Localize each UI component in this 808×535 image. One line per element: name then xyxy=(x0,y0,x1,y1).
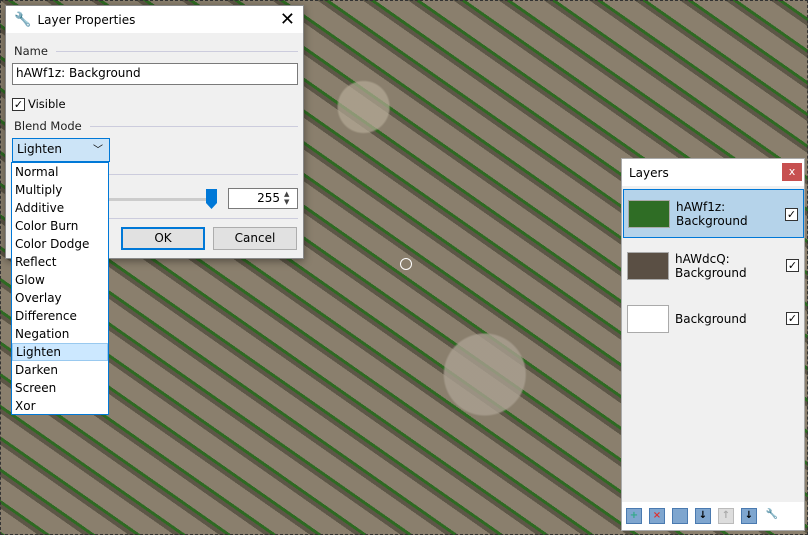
blend-option-color-dodge[interactable]: Color Dodge xyxy=(12,235,108,253)
blend-option-lighten[interactable]: Lighten xyxy=(12,343,108,361)
name-section: Name xyxy=(14,44,298,58)
blend-option-negation[interactable]: Negation xyxy=(12,325,108,343)
layer-item[interactable]: Background ✓ xyxy=(623,294,804,343)
layers-toolbar: + × ↓ ↑ ↓ 🔧 xyxy=(622,502,804,530)
merge-layer-down-icon[interactable]: ↓ xyxy=(695,508,711,524)
move-layer-down-icon[interactable]: ↓ xyxy=(741,508,757,524)
blend-option-overlay[interactable]: Overlay xyxy=(12,289,108,307)
blend-mode-value: Lighten xyxy=(17,142,62,156)
divider xyxy=(106,174,298,175)
blend-option-color-burn[interactable]: Color Burn xyxy=(12,217,108,235)
blend-option-difference[interactable]: Difference xyxy=(12,307,108,325)
dialog-titlebar: 🔧 Layer Properties ✕ xyxy=(6,6,303,33)
layer-visible-checkbox[interactable]: ✓ xyxy=(785,208,798,221)
layer-thumbnail xyxy=(627,251,669,280)
layer-item[interactable]: hAWdcQ: Background ✓ xyxy=(623,241,804,290)
layer-thumbnail xyxy=(627,304,669,333)
blend-mode-section: Blend Mode xyxy=(14,119,298,133)
blend-option-glow[interactable]: Glow xyxy=(12,271,108,289)
close-icon[interactable]: ✕ xyxy=(280,9,295,30)
blend-option-xor[interactable]: Xor xyxy=(12,397,108,415)
divider xyxy=(106,218,298,219)
dialog-title: Layer Properties xyxy=(37,12,136,27)
name-label: Name xyxy=(14,44,48,58)
layer-name: Background xyxy=(675,311,747,326)
delete-layer-icon[interactable]: × xyxy=(649,508,665,524)
blend-option-multiply[interactable]: Multiply xyxy=(12,181,108,199)
wrench-icon: 🔧 xyxy=(14,11,32,28)
cancel-button[interactable]: Cancel xyxy=(213,227,297,250)
blend-option-screen[interactable]: Screen xyxy=(12,379,108,397)
layer-thumbnail xyxy=(628,199,670,228)
move-layer-up-icon[interactable]: ↑ xyxy=(718,508,734,524)
crosshair-cursor-icon xyxy=(400,258,412,270)
checkbox-icon: ✓ xyxy=(12,97,25,111)
layer-name: hAWdcQ: Background xyxy=(675,251,747,280)
layer-name: hAWf1z: Background xyxy=(676,199,748,228)
opacity-spinner[interactable]: ▲ ▼ xyxy=(284,190,289,206)
layer-visible-checkbox[interactable]: ✓ xyxy=(786,259,799,272)
blend-option-normal[interactable]: Normal xyxy=(12,163,108,181)
blend-option-darken[interactable]: Darken xyxy=(12,361,108,379)
blend-mode-label: Blend Mode xyxy=(14,119,82,133)
layer-visible-checkbox[interactable]: ✓ xyxy=(786,312,799,325)
chevron-down-icon: ﹀ xyxy=(93,145,103,156)
opacity-slider-track[interactable] xyxy=(106,198,216,201)
duplicate-layer-icon[interactable] xyxy=(672,508,688,524)
blend-mode-select[interactable]: Lighten ﹀ xyxy=(12,138,110,162)
close-icon[interactable]: x xyxy=(782,163,802,181)
name-input[interactable]: hAWf1z: Background xyxy=(12,63,298,85)
opacity-slider-thumb[interactable] xyxy=(206,189,217,209)
layer-item[interactable]: hAWf1z: Background ✓ xyxy=(623,189,804,238)
layers-title: Layers xyxy=(629,165,669,180)
ok-button[interactable]: OK xyxy=(121,227,205,250)
layers-panel: Layers x hAWf1z: Background ✓ hAWdcQ: Backgr… xyxy=(621,158,805,531)
visible-checkbox[interactable]: ✓ Visible xyxy=(12,97,66,111)
layers-titlebar: Layers xyxy=(622,159,804,186)
blend-option-additive[interactable]: Additive xyxy=(12,199,108,217)
visible-label: Visible xyxy=(28,97,66,111)
blend-option-reflect[interactable]: Reflect xyxy=(12,253,108,271)
layer-properties-icon[interactable]: 🔧 xyxy=(764,508,780,524)
blend-mode-dropdown-list: Normal Multiply Additive Color Burn Color Do… xyxy=(11,162,109,415)
add-layer-icon[interactable]: + xyxy=(626,508,642,524)
